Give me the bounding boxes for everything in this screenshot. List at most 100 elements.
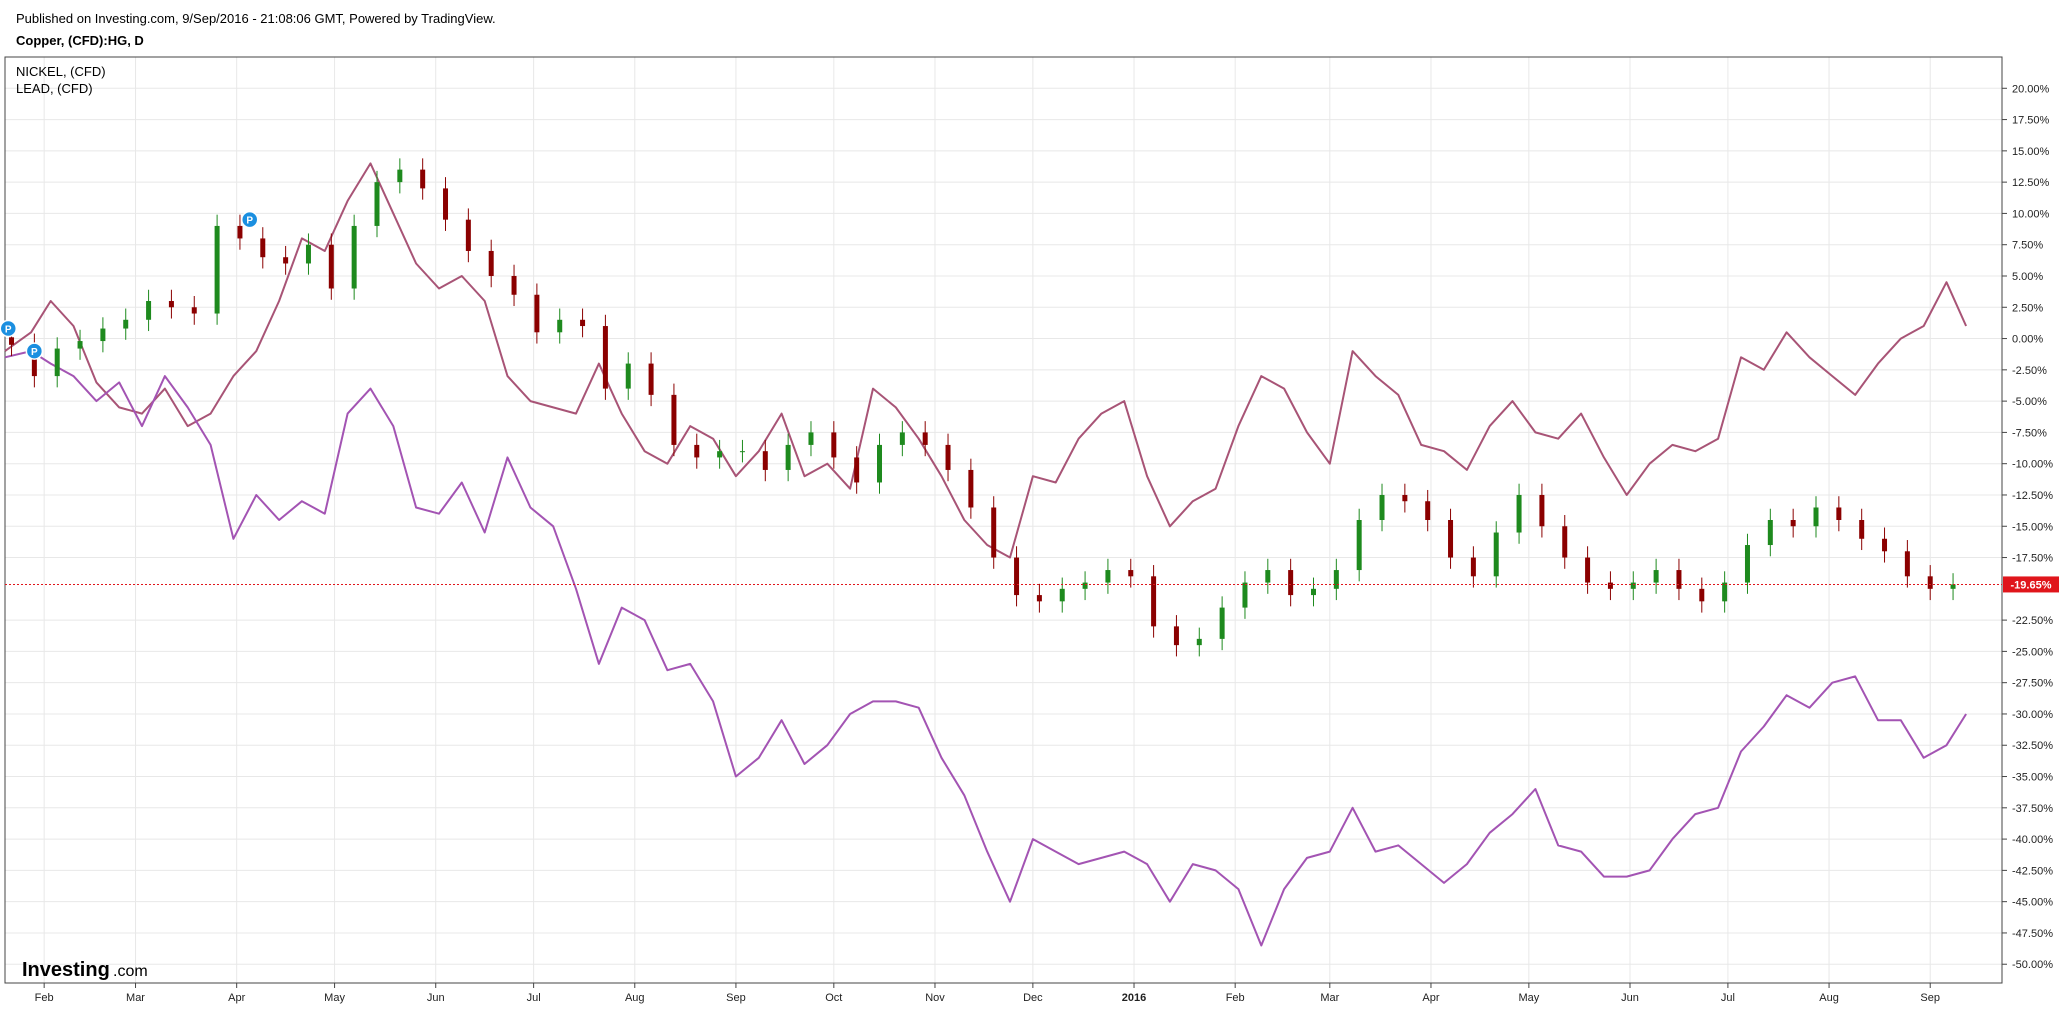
candle-body xyxy=(1265,570,1271,583)
candle-body xyxy=(1744,545,1750,583)
y-tick-label: -22.50% xyxy=(2012,615,2053,627)
y-tick-label: -37.50% xyxy=(2012,803,2053,815)
x-tick-label: May xyxy=(1518,992,1539,1004)
investing-logo: Investing .com xyxy=(22,959,148,981)
x-tick-label: May xyxy=(324,992,345,1004)
series-line-nickel xyxy=(4,162,1968,559)
candle-body xyxy=(1607,582,1613,589)
candle-body xyxy=(671,394,677,445)
candle-body xyxy=(260,238,266,258)
x-tick-label: Sep xyxy=(726,992,746,1004)
candle-body xyxy=(1196,638,1202,646)
candle-body xyxy=(899,432,905,445)
x-tick-label: Apr xyxy=(228,992,245,1004)
candle-body xyxy=(1356,520,1362,571)
y-tick-label: 17.50% xyxy=(2012,115,2050,127)
candle-body xyxy=(283,257,289,264)
candle-body xyxy=(625,363,631,389)
candle-body xyxy=(968,469,974,508)
candle-body xyxy=(739,451,745,453)
series-line-lead xyxy=(4,350,1967,947)
candle-body xyxy=(1699,588,1705,602)
candle-body xyxy=(1470,557,1476,577)
y-tick-label: -32.50% xyxy=(2012,740,2053,752)
candle-body xyxy=(1836,507,1842,520)
y-tick-label: 5.00% xyxy=(2012,271,2043,283)
x-tick-label: Apr xyxy=(1422,992,1439,1004)
candle-body xyxy=(1219,607,1225,639)
y-tick-label: 12.50% xyxy=(2012,177,2050,189)
candle-body xyxy=(511,275,517,295)
candles xyxy=(9,158,1956,657)
candle-body xyxy=(237,225,243,239)
logo-text: Investing xyxy=(22,959,110,981)
x-tick-label: Aug xyxy=(1819,992,1839,1004)
x-tick-label: Sep xyxy=(1920,992,1940,1004)
y-tick-label: -15.00% xyxy=(2012,521,2053,533)
y-tick-label: -42.50% xyxy=(2012,865,2053,877)
legend: NICKEL, (CFD) LEAD, (CFD) xyxy=(16,64,106,96)
candle-body xyxy=(1402,494,1408,502)
y-tick-label: 20.00% xyxy=(2012,83,2050,95)
x-tick-label: 2016 xyxy=(1122,992,1146,1004)
candle-body xyxy=(991,507,997,558)
candle-body xyxy=(214,225,220,314)
candle-body xyxy=(443,188,449,220)
candle-body xyxy=(785,444,791,470)
event-marker-label: P xyxy=(31,347,38,358)
grid xyxy=(5,57,2002,983)
candle-body xyxy=(328,244,334,289)
candle-body xyxy=(762,451,768,470)
x-tick-label: Mar xyxy=(126,992,145,1004)
legend-nickel: NICKEL, (CFD) xyxy=(16,64,106,79)
candle-body xyxy=(1310,588,1316,596)
x-tick-label: Jul xyxy=(527,992,541,1004)
y-tick-label: -30.00% xyxy=(2012,709,2053,721)
y-tick-label: -35.00% xyxy=(2012,772,2053,784)
candle-body xyxy=(1539,494,1545,527)
x-tick-label: Jul xyxy=(1721,992,1735,1004)
y-tick-label: 15.00% xyxy=(2012,146,2050,158)
y-tick-label: 2.50% xyxy=(2012,302,2043,314)
y-tick-label: -12.50% xyxy=(2012,490,2053,502)
candle-body xyxy=(1379,494,1385,520)
y-tick-label: -5.00% xyxy=(2012,396,2047,408)
candle-body xyxy=(374,182,380,226)
candle-body xyxy=(831,432,837,458)
legend-lead: LEAD, (CFD) xyxy=(16,81,93,96)
candle-body xyxy=(100,328,106,342)
x-tick-label: Jun xyxy=(427,992,445,1004)
x-tick-label: Nov xyxy=(925,992,945,1004)
candle-body xyxy=(717,451,723,458)
candle-body xyxy=(557,319,563,333)
candle-body xyxy=(1722,582,1728,602)
candle-body xyxy=(168,301,174,308)
candle-body xyxy=(922,432,928,445)
candle-body xyxy=(1128,570,1134,577)
candle-body xyxy=(1333,570,1339,589)
y-tick-label: -27.50% xyxy=(2012,678,2053,690)
y-tick-label: -47.50% xyxy=(2012,928,2053,940)
candle-body xyxy=(648,363,654,395)
candle-body xyxy=(602,326,608,389)
candle-body xyxy=(397,169,403,183)
x-axis: Feb Mar Apr May Jun Jul Aug Sep Oct Nov Dec 2016 Feb… xyxy=(35,983,1940,1004)
x-tick-label: Feb xyxy=(35,992,54,1004)
candle-body xyxy=(1288,570,1294,596)
chart-canvas[interactable]: 20.00% 17.50% 15.00% 12.50% 10.00% 7.50% 5.00%… xyxy=(0,0,2061,1010)
y-tick-label: -10.00% xyxy=(2012,459,2053,471)
x-tick-label: Feb xyxy=(1226,992,1245,1004)
candle-body xyxy=(1493,532,1499,577)
candle-body xyxy=(305,244,311,264)
candle-body xyxy=(1105,570,1111,583)
candle-body xyxy=(54,348,60,377)
current-value-label: -19.65% xyxy=(2011,579,2052,591)
candle-body xyxy=(1082,582,1088,589)
candle-body xyxy=(1927,576,1933,589)
x-tick-label: Jun xyxy=(1621,992,1639,1004)
y-tick-label: -25.00% xyxy=(2012,646,2053,658)
candle-body xyxy=(191,307,197,314)
candle-body xyxy=(1882,538,1888,552)
candle-body xyxy=(1859,520,1865,539)
y-tick-label: 0.00% xyxy=(2012,334,2043,346)
